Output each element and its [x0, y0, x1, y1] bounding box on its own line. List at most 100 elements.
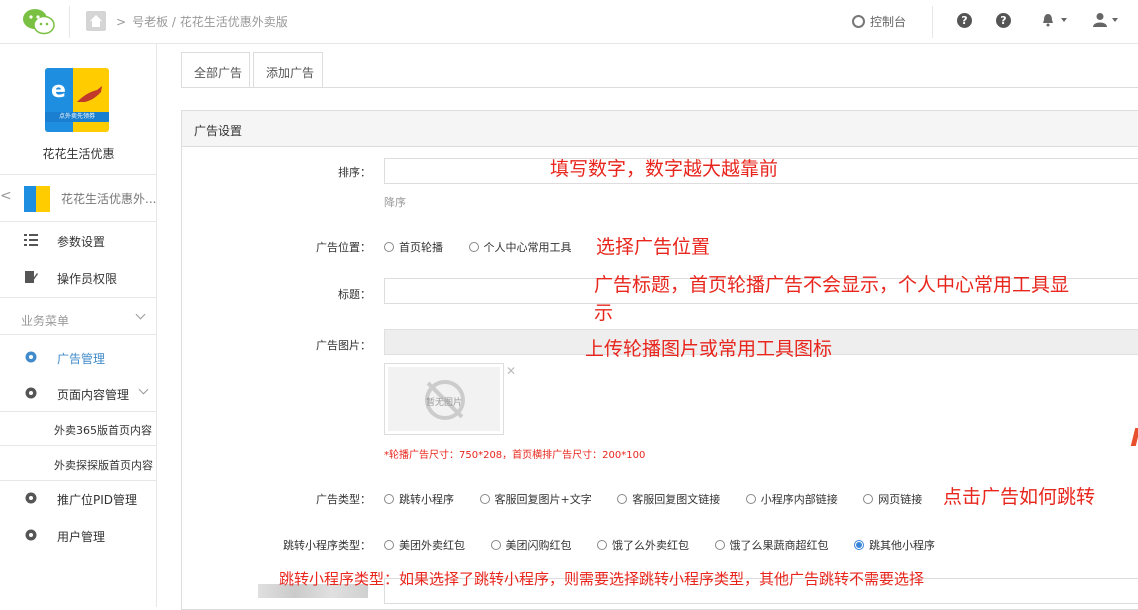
type-label: 广告类型：: [316, 493, 371, 506]
radio-button[interactable]: [617, 494, 628, 504]
back-app-label: 花花生活优惠外...: [61, 192, 157, 206]
list-icon: [24, 234, 38, 246]
annotation-sort: 填写数字，数字越大越靠前: [550, 158, 779, 180]
bell-icon[interactable]: [1042, 13, 1054, 27]
image-size-note: *轮播广告尺寸：750*208，首页横排广告尺寸：200*100: [384, 450, 646, 461]
wechat-logo-icon: [23, 9, 55, 35]
radio-button[interactable]: [597, 540, 607, 550]
kangaroo-icon: [77, 86, 102, 102]
chevron-down-icon[interactable]: [135, 309, 146, 320]
user-icon[interactable]: [1093, 12, 1107, 27]
type-option[interactable]: 客服回复图文链接: [617, 491, 720, 507]
type-option[interactable]: 网页链接: [863, 491, 922, 507]
sidebar-subitem-label: 外卖365版首页内容: [54, 424, 152, 437]
divider: [0, 297, 157, 298]
annotation-type: 点击广告如何跳转: [943, 486, 1096, 508]
mini-type-option[interactable]: 饿了么果蔬商超红包: [714, 537, 829, 553]
sidebar-item-ads[interactable]: 广告管理: [0, 339, 157, 375]
position-radio-group: 首页轮播 个人中心常用工具: [384, 239, 594, 255]
sidebar-subitem-label: 外卖探探版首页内容: [54, 459, 153, 472]
sidebar-item-page-content[interactable]: 页面内容管理: [0, 375, 157, 411]
tab-all-ads[interactable]: 全部广告: [181, 52, 250, 88]
breadcrumb: > 号老板 / 花花生活优惠外卖版: [116, 13, 288, 30]
mini-app-logo: [24, 186, 50, 212]
chevron-down-icon[interactable]: [138, 384, 149, 395]
app-logo: e 点外卖先领券: [45, 68, 109, 132]
type-option[interactable]: 小程序内部链接: [745, 491, 838, 507]
mini-type-option[interactable]: 美团闪购红包: [490, 537, 572, 553]
type-option[interactable]: 客服回复图片+文字: [479, 491, 592, 507]
close-icon[interactable]: ✕: [506, 364, 516, 378]
gear-icon: [25, 529, 37, 541]
position-option[interactable]: 个人中心常用工具: [468, 239, 572, 255]
chevron-down-icon[interactable]: [1061, 18, 1067, 22]
type-option[interactable]: 跳转小程序: [384, 491, 454, 507]
back-app-row[interactable]: < 花花生活优惠外...: [0, 174, 157, 220]
image-label: 广告图片：: [316, 339, 371, 352]
mini-type-option[interactable]: 美团外卖红包: [384, 537, 465, 553]
no-image-text: 暂无图片: [425, 398, 462, 408]
annotation-title: 广告标题，首页轮播广告不会显示，个人中心常用工具显: [594, 274, 1070, 296]
mini-type-label: 跳转小程序类型：: [283, 539, 371, 552]
mini-type-radio-group: 美团外卖红包 美团闪购红包 饿了么外卖红包 饿了么果蔬商超红包 跳其他小程序: [384, 537, 957, 553]
sort-label: 排序：: [338, 166, 371, 179]
position-label: 广告位置：: [316, 241, 371, 254]
radio-button[interactable]: [384, 242, 394, 252]
top-bar: > 号老板 / 花花生活优惠外卖版 控制台 ? ?: [0, 0, 1138, 44]
top-divider: [69, 6, 70, 38]
tab-underline: [181, 87, 1138, 88]
app-logo-band: 点外卖先领券: [45, 112, 109, 122]
sidebar-subitem[interactable]: 外卖365版首页内容: [0, 411, 157, 447]
annotation-mini-type: 跳转小程序类型：如果选择了跳转小程序，则需要选择跳转小程序类型，其他广告跳转不需…: [279, 570, 925, 588]
radio-button[interactable]: [854, 540, 864, 550]
radio-button[interactable]: [479, 494, 490, 504]
edit-icon: [25, 271, 38, 283]
radio-button[interactable]: [745, 494, 756, 504]
tab-add-ad[interactable]: 添加广告: [253, 52, 323, 88]
sidebar-item-label: 用户管理: [57, 530, 106, 544]
radio-button[interactable]: [468, 242, 479, 252]
panel-title: 广告设置: [182, 111, 1138, 147]
gear-icon: [25, 492, 37, 504]
annotation-image: 上传轮播图片或常用工具图标: [585, 338, 833, 360]
sidebar-item-operator[interactable]: 操作员权限: [0, 259, 157, 295]
sidebar-subitem[interactable]: 外卖探探版首页内容: [0, 446, 157, 482]
sidebar-item-pid[interactable]: 推广位PID管理: [0, 480, 157, 516]
mini-type-option[interactable]: 饿了么外卖红包: [597, 537, 689, 553]
annotation-position: 选择广告位置: [596, 236, 711, 258]
help-icon[interactable]: ?: [957, 13, 972, 28]
sidebar-item-params[interactable]: 参数设置: [0, 222, 157, 258]
radio-button[interactable]: [384, 540, 394, 550]
radio-button[interactable]: [714, 540, 725, 550]
sidebar-item-label: 广告管理: [57, 352, 106, 366]
sidebar-item-label: 推广位PID管理: [57, 493, 138, 507]
app-logo-letter: e: [51, 78, 66, 103]
breadcrumb-separator-icon: >: [116, 15, 127, 29]
radio-button[interactable]: [490, 540, 501, 550]
app-name: 花花生活优惠: [42, 147, 115, 161]
chevron-left-icon[interactable]: <: [0, 188, 12, 204]
position-option[interactable]: 首页轮播: [384, 239, 443, 255]
type-radio-group: 跳转小程序 客服回复图片+文字 客服回复图文链接 小程序内部链接 网页链接: [384, 491, 944, 507]
console-label: 控制台: [870, 15, 907, 29]
dashboard-icon: [852, 15, 865, 28]
console-link[interactable]: 控制台: [852, 13, 906, 30]
divider: [0, 334, 157, 335]
top-divider: [932, 6, 933, 38]
help-icon[interactable]: ?: [996, 13, 1011, 28]
gear-icon: [25, 387, 37, 399]
radio-button[interactable]: [384, 494, 394, 504]
gear-icon: [25, 351, 37, 363]
sidebar-item-users[interactable]: 用户管理: [0, 517, 157, 553]
chevron-down-icon[interactable]: [1112, 18, 1118, 22]
breadcrumb-text[interactable]: 号老板 / 花花生活优惠外卖版: [132, 15, 288, 29]
mini-type-option[interactable]: 跳其他小程序: [854, 537, 935, 553]
annotation-title-cont: 示: [594, 302, 614, 324]
radio-button[interactable]: [863, 494, 874, 504]
sidebar-item-label: 页面内容管理: [57, 388, 130, 402]
sort-help: 降序: [384, 196, 406, 209]
sidebar-item-label: 操作员权限: [57, 272, 118, 286]
sidebar: e 点外卖先领券 花花生活优惠 < 花花生活优惠外... 参数设置 操作员权限 …: [0, 44, 157, 607]
image-preview: 暂无图片: [384, 363, 504, 435]
home-icon[interactable]: [86, 11, 106, 31]
